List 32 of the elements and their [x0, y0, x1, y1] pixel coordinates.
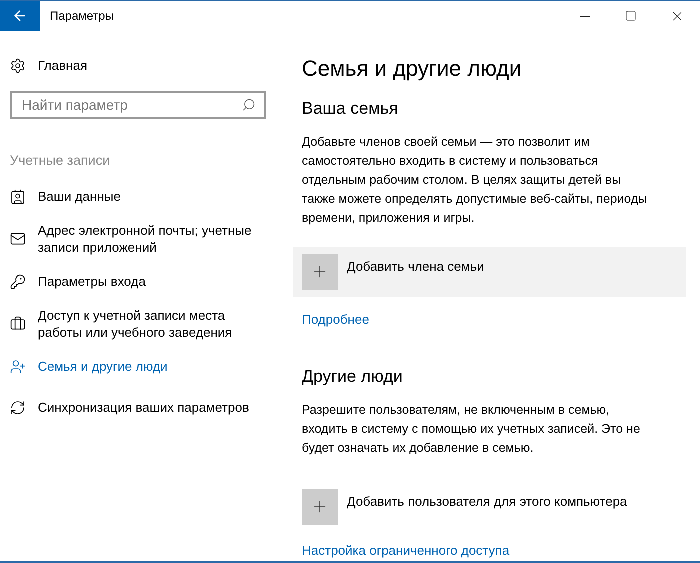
plus-tile-icon: [302, 254, 338, 290]
add-button[interactable]: Добавить члена семьи: [293, 247, 686, 297]
link[interactable]: Подробнее: [302, 312, 370, 327]
maximize-icon: [625, 10, 637, 22]
home-item[interactable]: Главная: [10, 57, 290, 74]
section-heading: Другие люди: [302, 367, 404, 387]
contact-card-icon: [10, 188, 26, 204]
sidebar-item[interactable]: Адрес электронной почты; учетные записи приложений: [10, 222, 290, 256]
add-button[interactable]: Добавить пользователя для этого компьютера: [293, 482, 686, 532]
search-input[interactable]: Найти параметр: [20, 96, 242, 114]
sidebar-item[interactable]: Параметры входа: [10, 273, 290, 290]
sync-icon: [10, 400, 26, 416]
sidebar-item[interactable]: Ваши данные: [10, 188, 290, 205]
sidebar-item[interactable]: Доступ к учетной записи места работы или учебного заведения: [10, 307, 290, 341]
section-description: Добавьте членов своей семьи — это позволит им самостоятельно входить в систему и пользоваться отдельным рабочим столом. В целях защиты детей вы также можете определять допустимые веб-сайты, периоды времени, приложения и игры.: [302, 134, 648, 227]
back-button[interactable]: [0, 1, 40, 31]
page-title: Семья и другие люди: [302, 56, 523, 82]
sidebar-item[interactable]: Синхронизация ваших параметров: [10, 399, 290, 416]
person-plus-icon: [10, 358, 26, 374]
search-icon: [242, 98, 256, 112]
settings-icon: [10, 58, 26, 74]
section-heading: Ваша семья: [302, 99, 400, 119]
section-label: Учетные записи: [10, 153, 112, 168]
link[interactable]: Настройка ограниченного доступа: [302, 543, 510, 558]
sidebar-item[interactable]: Семья и другие люди: [10, 358, 290, 375]
plus-tile-icon: [302, 489, 338, 525]
section-description: Разрешите пользователям, не включенным в семью, входить в систему с помощью их учетных записей. Это не будет означать их добавление в семью.: [302, 402, 642, 457]
envelope-icon: [10, 231, 26, 247]
key-icon: [10, 274, 26, 290]
briefcase-icon: [10, 316, 26, 332]
window-title: Параметры: [50, 9, 115, 23]
search-field[interactable]: Найти параметр: [10, 91, 266, 119]
